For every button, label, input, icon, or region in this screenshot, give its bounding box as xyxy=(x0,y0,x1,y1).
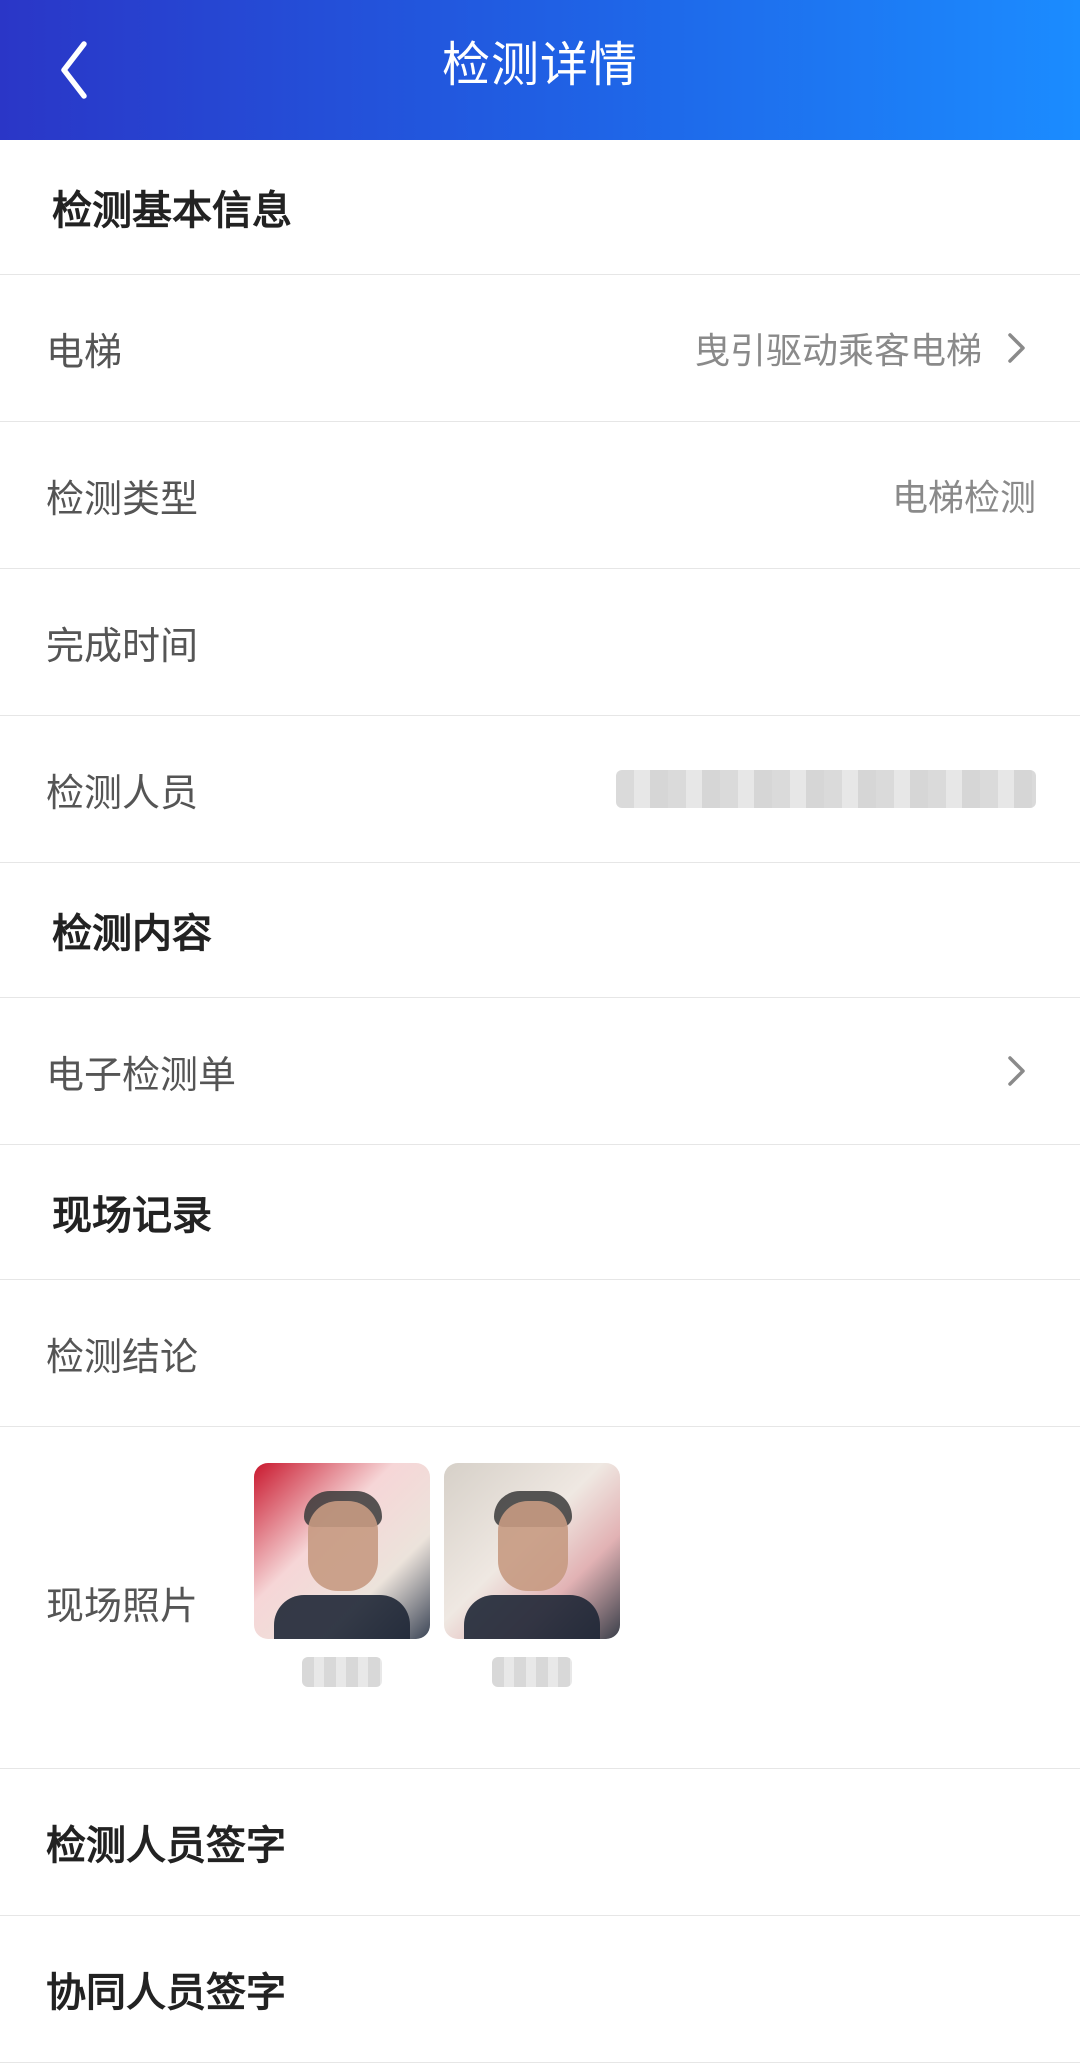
top-navigation-bar: 检测详情 xyxy=(0,0,1080,140)
site-photo-1-caption-redacted xyxy=(302,1657,382,1687)
photo-shirt-shape xyxy=(274,1595,410,1639)
inspection-type-label: 检测类型 xyxy=(46,476,199,521)
inspector-value-redacted xyxy=(616,770,1036,808)
page-title: 检测详情 xyxy=(441,37,638,93)
row-site-photos: 现场照片 xyxy=(0,1427,1080,1769)
chevron-right-icon xyxy=(996,328,1036,368)
photo-face-shape xyxy=(498,1501,568,1591)
section-title-site-record: 现场记录 xyxy=(0,1145,1080,1280)
electronic-form-label: 电子检测单 xyxy=(46,1052,237,1097)
detail-content: 检测基本信息 电梯 曳引驱动乘客电梯 检测类型 电梯检测 完成时间 检测人员 检… xyxy=(0,140,1080,2063)
row-assistant-signature[interactable]: 协同人员签字 xyxy=(0,1916,1080,2063)
row-completion-time: 完成时间 xyxy=(0,569,1080,716)
photo-shirt-shape xyxy=(464,1595,600,1639)
row-inspector: 检测人员 xyxy=(0,716,1080,863)
row-electronic-form[interactable]: 电子检测单 xyxy=(0,998,1080,1145)
site-photos-label: 现场照片 xyxy=(46,1584,199,1628)
site-photo-2[interactable] xyxy=(444,1463,620,1639)
site-photo-1[interactable] xyxy=(254,1463,430,1639)
photo-face-shape xyxy=(308,1501,378,1591)
electronic-form-chevron-wrap xyxy=(982,1051,1036,1091)
completion-time-label: 完成时间 xyxy=(46,623,199,668)
elevator-value-wrap: 曳引驱动乘客电梯 xyxy=(694,322,1036,374)
inspection-type-value: 电梯检测 xyxy=(891,478,1036,519)
elevator-label: 电梯 xyxy=(46,329,123,374)
section-title-basic-info: 检测基本信息 xyxy=(0,140,1080,275)
row-inspection-type: 检测类型 电梯检测 xyxy=(0,422,1080,569)
conclusion-label: 检测结论 xyxy=(46,1334,199,1379)
row-elevator[interactable]: 电梯 曳引驱动乘客电梯 xyxy=(0,275,1080,422)
chevron-right-icon xyxy=(996,1051,1036,1091)
row-conclusion: 检测结论 xyxy=(0,1280,1080,1427)
inspector-label: 检测人员 xyxy=(46,770,199,815)
row-inspector-signature[interactable]: 检测人员签字 xyxy=(0,1769,1080,1916)
site-photo-2-caption-redacted xyxy=(492,1657,572,1687)
section-title-content: 检测内容 xyxy=(0,863,1080,998)
elevator-value: 曳引驱动乘客电梯 xyxy=(693,331,982,372)
